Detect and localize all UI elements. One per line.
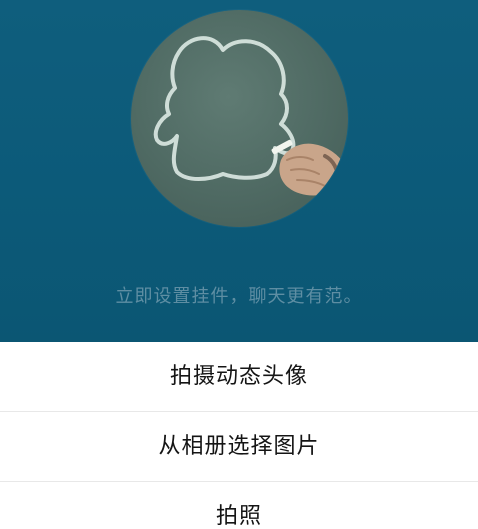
avatar-action-sheet: 拍摄动态头像 从相册选择图片 拍照 [0,342,478,529]
avatar-preview [131,10,348,227]
chalk-penguin-silhouette-icon [153,36,344,196]
take-photo-button[interactable]: 拍照 [0,482,478,529]
avatar-setup-screen: 立即设置挂件，聊天更有范。 拍摄动态头像 从相册选择图片 拍照 [0,0,478,529]
pendant-promo-header: 立即设置挂件，聊天更有范。 [0,0,478,342]
choose-from-album-button[interactable]: 从相册选择图片 [0,412,478,482]
pendant-tagline: 立即设置挂件，聊天更有范。 [115,286,363,307]
record-dynamic-avatar-button[interactable]: 拍摄动态头像 [0,342,478,412]
